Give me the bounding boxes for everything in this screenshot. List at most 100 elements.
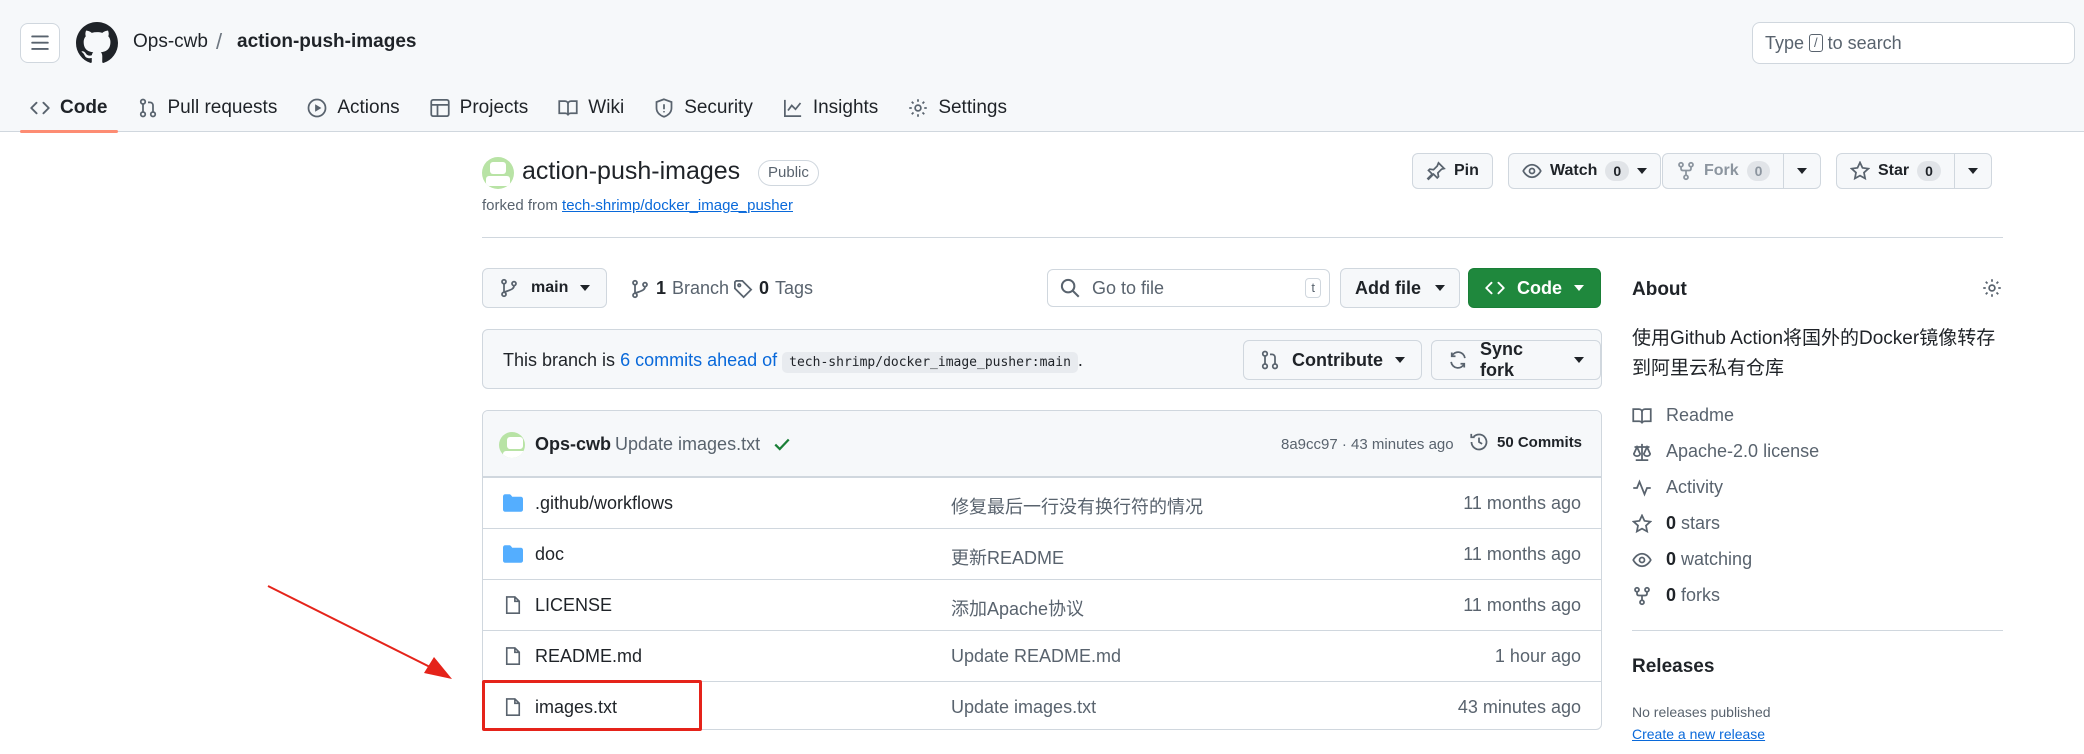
tab-settings[interactable]: Settings xyxy=(898,84,1017,132)
file-date: 11 months ago xyxy=(1463,595,1581,615)
tab-code[interactable]: Code xyxy=(20,84,118,133)
readme-link[interactable]: Readme xyxy=(1632,405,1734,426)
branch-name: main xyxy=(531,279,569,296)
file-name[interactable]: .github/workflows xyxy=(535,493,673,514)
repo-title[interactable]: action-push-images xyxy=(522,157,740,186)
search-prefix: Type xyxy=(1765,32,1805,53)
file-commit-message[interactable]: Update README.md xyxy=(951,646,1121,667)
code-button[interactable]: Code xyxy=(1468,268,1601,308)
commits-count: 50 Commits xyxy=(1497,433,1583,451)
menu-button[interactable] xyxy=(20,23,60,63)
eye-icon xyxy=(1632,552,1652,567)
folder-icon xyxy=(503,494,523,512)
activity-link[interactable]: Activity xyxy=(1632,477,1723,498)
tab-insights[interactable]: Insights xyxy=(773,84,888,132)
file-name[interactable]: LICENSE xyxy=(535,595,612,616)
commits-link[interactable]: 50 Commits xyxy=(1469,432,1582,452)
branch-status-text: This branch is 6 commits ahead of tech-s… xyxy=(503,350,1083,373)
hamburger-icon xyxy=(31,35,49,50)
tab-projects[interactable]: Projects xyxy=(420,84,539,132)
file-commit-message[interactable]: 添加Apache协议 xyxy=(951,595,1084,621)
watch-button[interactable]: Watch 0 xyxy=(1508,153,1662,189)
commit-author[interactable]: Ops-cwb xyxy=(535,434,611,455)
contribute-label: Contribute xyxy=(1292,349,1383,370)
file-row[interactable]: doc 更新README 11 months ago xyxy=(483,528,1601,579)
fork-button[interactable]: Fork 0 xyxy=(1662,153,1822,189)
star-count: 0 xyxy=(1917,161,1941,181)
contribute-button[interactable]: Contribute xyxy=(1243,340,1422,380)
commits-ahead-link[interactable]: 6 commits ahead of xyxy=(620,350,777,370)
owner-avatar[interactable] xyxy=(482,157,514,189)
ahead-suffix: . xyxy=(1077,350,1083,370)
tab-security[interactable]: Security xyxy=(644,84,763,132)
tag-icon xyxy=(734,279,753,298)
file-row[interactable]: .github/workflows 修复最后一行没有换行符的情况 11 mont… xyxy=(483,477,1601,528)
star-icon xyxy=(1632,513,1652,533)
sync-fork-label: Sync fork xyxy=(1480,339,1524,380)
go-to-file-input[interactable]: Go to file t xyxy=(1047,269,1330,307)
tab-pull-requests[interactable]: Pull requests xyxy=(128,84,288,132)
forked-prefix: forked from xyxy=(482,197,558,214)
tab-label: Security xyxy=(684,97,753,118)
breadcrumb-repo[interactable]: action-push-images xyxy=(237,31,416,53)
search-icon xyxy=(1060,278,1080,298)
stars-count: 0 xyxy=(1666,513,1677,533)
license-link[interactable]: Apache-2.0 license xyxy=(1632,441,1819,462)
chevron-down-icon xyxy=(1967,168,1978,174)
repo-forked-icon xyxy=(1634,586,1650,605)
file-name[interactable]: doc xyxy=(535,544,564,565)
file-icon xyxy=(505,647,521,665)
commit-author-avatar[interactable] xyxy=(499,432,525,458)
history-icon xyxy=(1470,433,1488,451)
file-row[interactable]: LICENSE 添加Apache协议 11 months ago xyxy=(483,579,1601,630)
search-input[interactable]: Type / to search xyxy=(1752,22,2075,64)
file-row[interactable]: README.md Update README.md 1 hour ago xyxy=(483,630,1601,681)
forked-source-link[interactable]: tech-shrimp/docker_image_pusher xyxy=(562,197,793,214)
commit-message[interactable]: Update images.txt xyxy=(615,434,760,455)
pin-button[interactable]: Pin xyxy=(1412,153,1493,189)
license-label: Apache-2.0 license xyxy=(1666,441,1820,461)
star-button[interactable]: Star 0 xyxy=(1836,153,1992,189)
git-pull-request-icon xyxy=(139,98,156,118)
repo-forked-icon xyxy=(1678,161,1694,181)
file-date: 1 hour ago xyxy=(1494,646,1581,666)
branch-count: 1 xyxy=(656,278,667,298)
branch-select[interactable]: main xyxy=(482,268,608,308)
file-commit-message[interactable]: 修复最后一行没有换行符的情况 xyxy=(951,493,1203,519)
folder-icon xyxy=(503,545,523,563)
tab-wiki[interactable]: Wiki xyxy=(548,84,634,132)
graph-icon xyxy=(783,99,802,117)
pin-label: Pin xyxy=(1454,162,1479,179)
breadcrumb-owner[interactable]: Ops-cwb xyxy=(133,31,208,53)
file-commit-message[interactable]: Update images.txt xyxy=(951,697,1096,718)
stars-link[interactable]: 0 stars xyxy=(1632,513,1720,534)
releases-heading[interactable]: Releases xyxy=(1632,656,1714,678)
create-release-link[interactable]: Create a new release xyxy=(1632,726,1765,742)
add-file-button[interactable]: Add file xyxy=(1340,268,1460,308)
search-shortcut-key: / xyxy=(1809,34,1823,52)
forked-from: forked from tech-shrimp/docker_image_pus… xyxy=(482,197,793,214)
branches-link[interactable]: 1 Branch xyxy=(630,278,729,299)
forks-link[interactable]: 0 forks xyxy=(1632,585,1720,606)
watch-count: 0 xyxy=(1605,161,1630,181)
highlight-box xyxy=(482,680,702,731)
tags-link[interactable]: 0 Tags xyxy=(733,278,813,299)
commit-meta[interactable]: 8a9cc97 · 43 minutes ago xyxy=(1281,436,1454,453)
title-divider xyxy=(482,237,2003,238)
chevron-down-icon xyxy=(1394,357,1405,363)
file-commit-message[interactable]: 更新README xyxy=(951,544,1064,570)
play-icon xyxy=(307,98,327,118)
star-dropdown[interactable] xyxy=(1955,154,1991,188)
github-logo-icon[interactable] xyxy=(76,22,118,64)
check-icon xyxy=(774,438,790,451)
sync-fork-button[interactable]: Sync fork xyxy=(1431,339,1601,380)
watching-link[interactable]: 0 watching xyxy=(1632,549,1752,570)
fork-dropdown[interactable] xyxy=(1784,154,1820,188)
readme-label: Readme xyxy=(1666,405,1735,425)
file-name[interactable]: README.md xyxy=(535,646,642,667)
repo-nav-tabs: Code Pull requests Actions Projects Wiki… xyxy=(20,84,1027,133)
star-icon xyxy=(1850,161,1870,181)
watch-label: Watch xyxy=(1550,162,1598,179)
tab-actions[interactable]: Actions xyxy=(297,84,409,132)
gear-icon[interactable] xyxy=(1982,278,2002,298)
